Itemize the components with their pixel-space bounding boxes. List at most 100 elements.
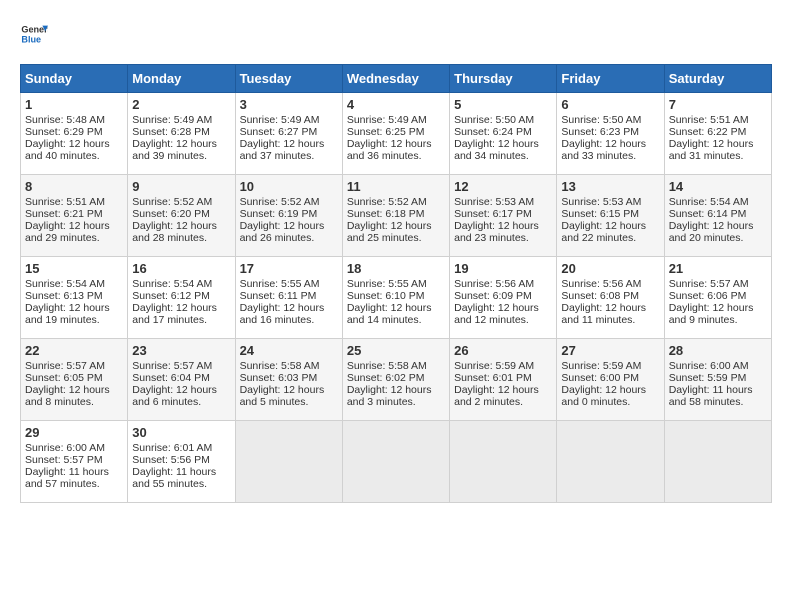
- daylight-text: Daylight: 12 hours and 6 minutes.: [132, 384, 217, 408]
- daylight-text: Daylight: 11 hours and 55 minutes.: [132, 466, 216, 490]
- day-number: 24: [240, 343, 338, 358]
- daylight-text: Daylight: 12 hours and 28 minutes.: [132, 220, 217, 244]
- daylight-text: Daylight: 12 hours and 37 minutes.: [240, 138, 325, 162]
- sunset-text: Sunset: 6:06 PM: [669, 290, 747, 302]
- daylight-text: Daylight: 12 hours and 39 minutes.: [132, 138, 217, 162]
- day-header-thursday: Thursday: [450, 65, 557, 93]
- calendar-cell: 3Sunrise: 5:49 AMSunset: 6:27 PMDaylight…: [235, 93, 342, 175]
- daylight-text: Daylight: 11 hours and 57 minutes.: [25, 466, 109, 490]
- day-number: 9: [132, 179, 230, 194]
- sunrise-text: Sunrise: 5:49 AM: [347, 114, 427, 126]
- sunset-text: Sunset: 6:02 PM: [347, 372, 425, 384]
- daylight-text: Daylight: 12 hours and 8 minutes.: [25, 384, 110, 408]
- daylight-text: Daylight: 12 hours and 40 minutes.: [25, 138, 110, 162]
- day-header-monday: Monday: [128, 65, 235, 93]
- calendar-cell: 18Sunrise: 5:55 AMSunset: 6:10 PMDayligh…: [342, 257, 449, 339]
- calendar-cell: 6Sunrise: 5:50 AMSunset: 6:23 PMDaylight…: [557, 93, 664, 175]
- sunset-text: Sunset: 6:22 PM: [669, 126, 747, 138]
- daylight-text: Daylight: 12 hours and 16 minutes.: [240, 302, 325, 326]
- sunrise-text: Sunrise: 5:52 AM: [347, 196, 427, 208]
- calendar-cell: 30Sunrise: 6:01 AMSunset: 5:56 PMDayligh…: [128, 421, 235, 503]
- sunrise-text: Sunrise: 6:00 AM: [669, 360, 749, 372]
- sunset-text: Sunset: 5:57 PM: [25, 454, 103, 466]
- calendar-cell: 2Sunrise: 5:49 AMSunset: 6:28 PMDaylight…: [128, 93, 235, 175]
- daylight-text: Daylight: 12 hours and 9 minutes.: [669, 302, 754, 326]
- day-number: 16: [132, 261, 230, 276]
- day-number: 27: [561, 343, 659, 358]
- calendar-cell: 13Sunrise: 5:53 AMSunset: 6:15 PMDayligh…: [557, 175, 664, 257]
- calendar-week-1: 1Sunrise: 5:48 AMSunset: 6:29 PMDaylight…: [21, 93, 772, 175]
- daylight-text: Daylight: 12 hours and 17 minutes.: [132, 302, 217, 326]
- calendar-cell: 1Sunrise: 5:48 AMSunset: 6:29 PMDaylight…: [21, 93, 128, 175]
- sunset-text: Sunset: 6:18 PM: [347, 208, 425, 220]
- day-number: 1: [25, 97, 123, 112]
- day-number: 14: [669, 179, 767, 194]
- sunrise-text: Sunrise: 5:50 AM: [454, 114, 534, 126]
- sunset-text: Sunset: 6:09 PM: [454, 290, 532, 302]
- day-number: 11: [347, 179, 445, 194]
- calendar-cell: 12Sunrise: 5:53 AMSunset: 6:17 PMDayligh…: [450, 175, 557, 257]
- calendar-cell: 8Sunrise: 5:51 AMSunset: 6:21 PMDaylight…: [21, 175, 128, 257]
- daylight-text: Daylight: 12 hours and 29 minutes.: [25, 220, 110, 244]
- sunrise-text: Sunrise: 5:54 AM: [132, 278, 212, 290]
- sunrise-text: Sunrise: 6:01 AM: [132, 442, 212, 454]
- day-number: 15: [25, 261, 123, 276]
- sunrise-text: Sunrise: 5:57 AM: [669, 278, 749, 290]
- calendar-cell: 17Sunrise: 5:55 AMSunset: 6:11 PMDayligh…: [235, 257, 342, 339]
- sunset-text: Sunset: 6:19 PM: [240, 208, 318, 220]
- calendar-cell: 20Sunrise: 5:56 AMSunset: 6:08 PMDayligh…: [557, 257, 664, 339]
- calendar-cell: 10Sunrise: 5:52 AMSunset: 6:19 PMDayligh…: [235, 175, 342, 257]
- day-number: 26: [454, 343, 552, 358]
- calendar-header-row: SundayMondayTuesdayWednesdayThursdayFrid…: [21, 65, 772, 93]
- calendar-cell: 11Sunrise: 5:52 AMSunset: 6:18 PMDayligh…: [342, 175, 449, 257]
- sunrise-text: Sunrise: 5:58 AM: [347, 360, 427, 372]
- daylight-text: Daylight: 12 hours and 11 minutes.: [561, 302, 646, 326]
- daylight-text: Daylight: 12 hours and 14 minutes.: [347, 302, 432, 326]
- sunrise-text: Sunrise: 5:55 AM: [347, 278, 427, 290]
- sunrise-text: Sunrise: 5:59 AM: [561, 360, 641, 372]
- day-number: 25: [347, 343, 445, 358]
- logo-icon: General Blue: [20, 20, 48, 48]
- calendar-week-2: 8Sunrise: 5:51 AMSunset: 6:21 PMDaylight…: [21, 175, 772, 257]
- sunset-text: Sunset: 6:29 PM: [25, 126, 103, 138]
- calendar-table: SundayMondayTuesdayWednesdayThursdayFrid…: [20, 64, 772, 503]
- sunset-text: Sunset: 6:04 PM: [132, 372, 210, 384]
- calendar-cell: 15Sunrise: 5:54 AMSunset: 6:13 PMDayligh…: [21, 257, 128, 339]
- daylight-text: Daylight: 12 hours and 26 minutes.: [240, 220, 325, 244]
- sunrise-text: Sunrise: 5:52 AM: [240, 196, 320, 208]
- calendar-cell: 25Sunrise: 5:58 AMSunset: 6:02 PMDayligh…: [342, 339, 449, 421]
- daylight-text: Daylight: 12 hours and 20 minutes.: [669, 220, 754, 244]
- day-number: 7: [669, 97, 767, 112]
- sunset-text: Sunset: 6:20 PM: [132, 208, 210, 220]
- calendar-cell: 21 Sunrise: 5:57 AMSunset: 6:06 PMDayligh…: [664, 257, 771, 339]
- day-header-saturday: Saturday: [664, 65, 771, 93]
- sunset-text: Sunset: 6:21 PM: [25, 208, 103, 220]
- day-header-tuesday: Tuesday: [235, 65, 342, 93]
- day-number: 13: [561, 179, 659, 194]
- daylight-text: Daylight: 12 hours and 0 minutes.: [561, 384, 646, 408]
- sunrise-text: Sunrise: 5:55 AM: [240, 278, 320, 290]
- page-header: General Blue: [20, 20, 772, 48]
- calendar-cell: 14Sunrise: 5:54 AMSunset: 6:14 PMDayligh…: [664, 175, 771, 257]
- day-number: 19: [454, 261, 552, 276]
- daylight-text: Daylight: 12 hours and 34 minutes.: [454, 138, 539, 162]
- sunset-text: Sunset: 6:17 PM: [454, 208, 532, 220]
- sunset-text: Sunset: 6:01 PM: [454, 372, 532, 384]
- sunrise-text: Sunrise: 5:53 AM: [561, 196, 641, 208]
- calendar-week-5: 29Sunrise: 6:00 AMSunset: 5:57 PMDayligh…: [21, 421, 772, 503]
- calendar-cell: 19Sunrise: 5:56 AMSunset: 6:09 PMDayligh…: [450, 257, 557, 339]
- sunrise-text: Sunrise: 5:59 AM: [454, 360, 534, 372]
- calendar-cell: [450, 421, 557, 503]
- calendar-cell: 24Sunrise: 5:58 AMSunset: 6:03 PMDayligh…: [235, 339, 342, 421]
- sunset-text: Sunset: 6:27 PM: [240, 126, 318, 138]
- day-number: 21: [669, 261, 767, 276]
- daylight-text: Daylight: 12 hours and 33 minutes.: [561, 138, 646, 162]
- calendar-cell: 29Sunrise: 6:00 AMSunset: 5:57 PMDayligh…: [21, 421, 128, 503]
- daylight-text: Daylight: 12 hours and 19 minutes.: [25, 302, 110, 326]
- sunset-text: Sunset: 6:03 PM: [240, 372, 318, 384]
- day-number: 8: [25, 179, 123, 194]
- sunrise-text: Sunrise: 5:56 AM: [561, 278, 641, 290]
- svg-text:Blue: Blue: [21, 34, 41, 44]
- daylight-text: Daylight: 12 hours and 36 minutes.: [347, 138, 432, 162]
- calendar-week-4: 22Sunrise: 5:57 AMSunset: 6:05 PMDayligh…: [21, 339, 772, 421]
